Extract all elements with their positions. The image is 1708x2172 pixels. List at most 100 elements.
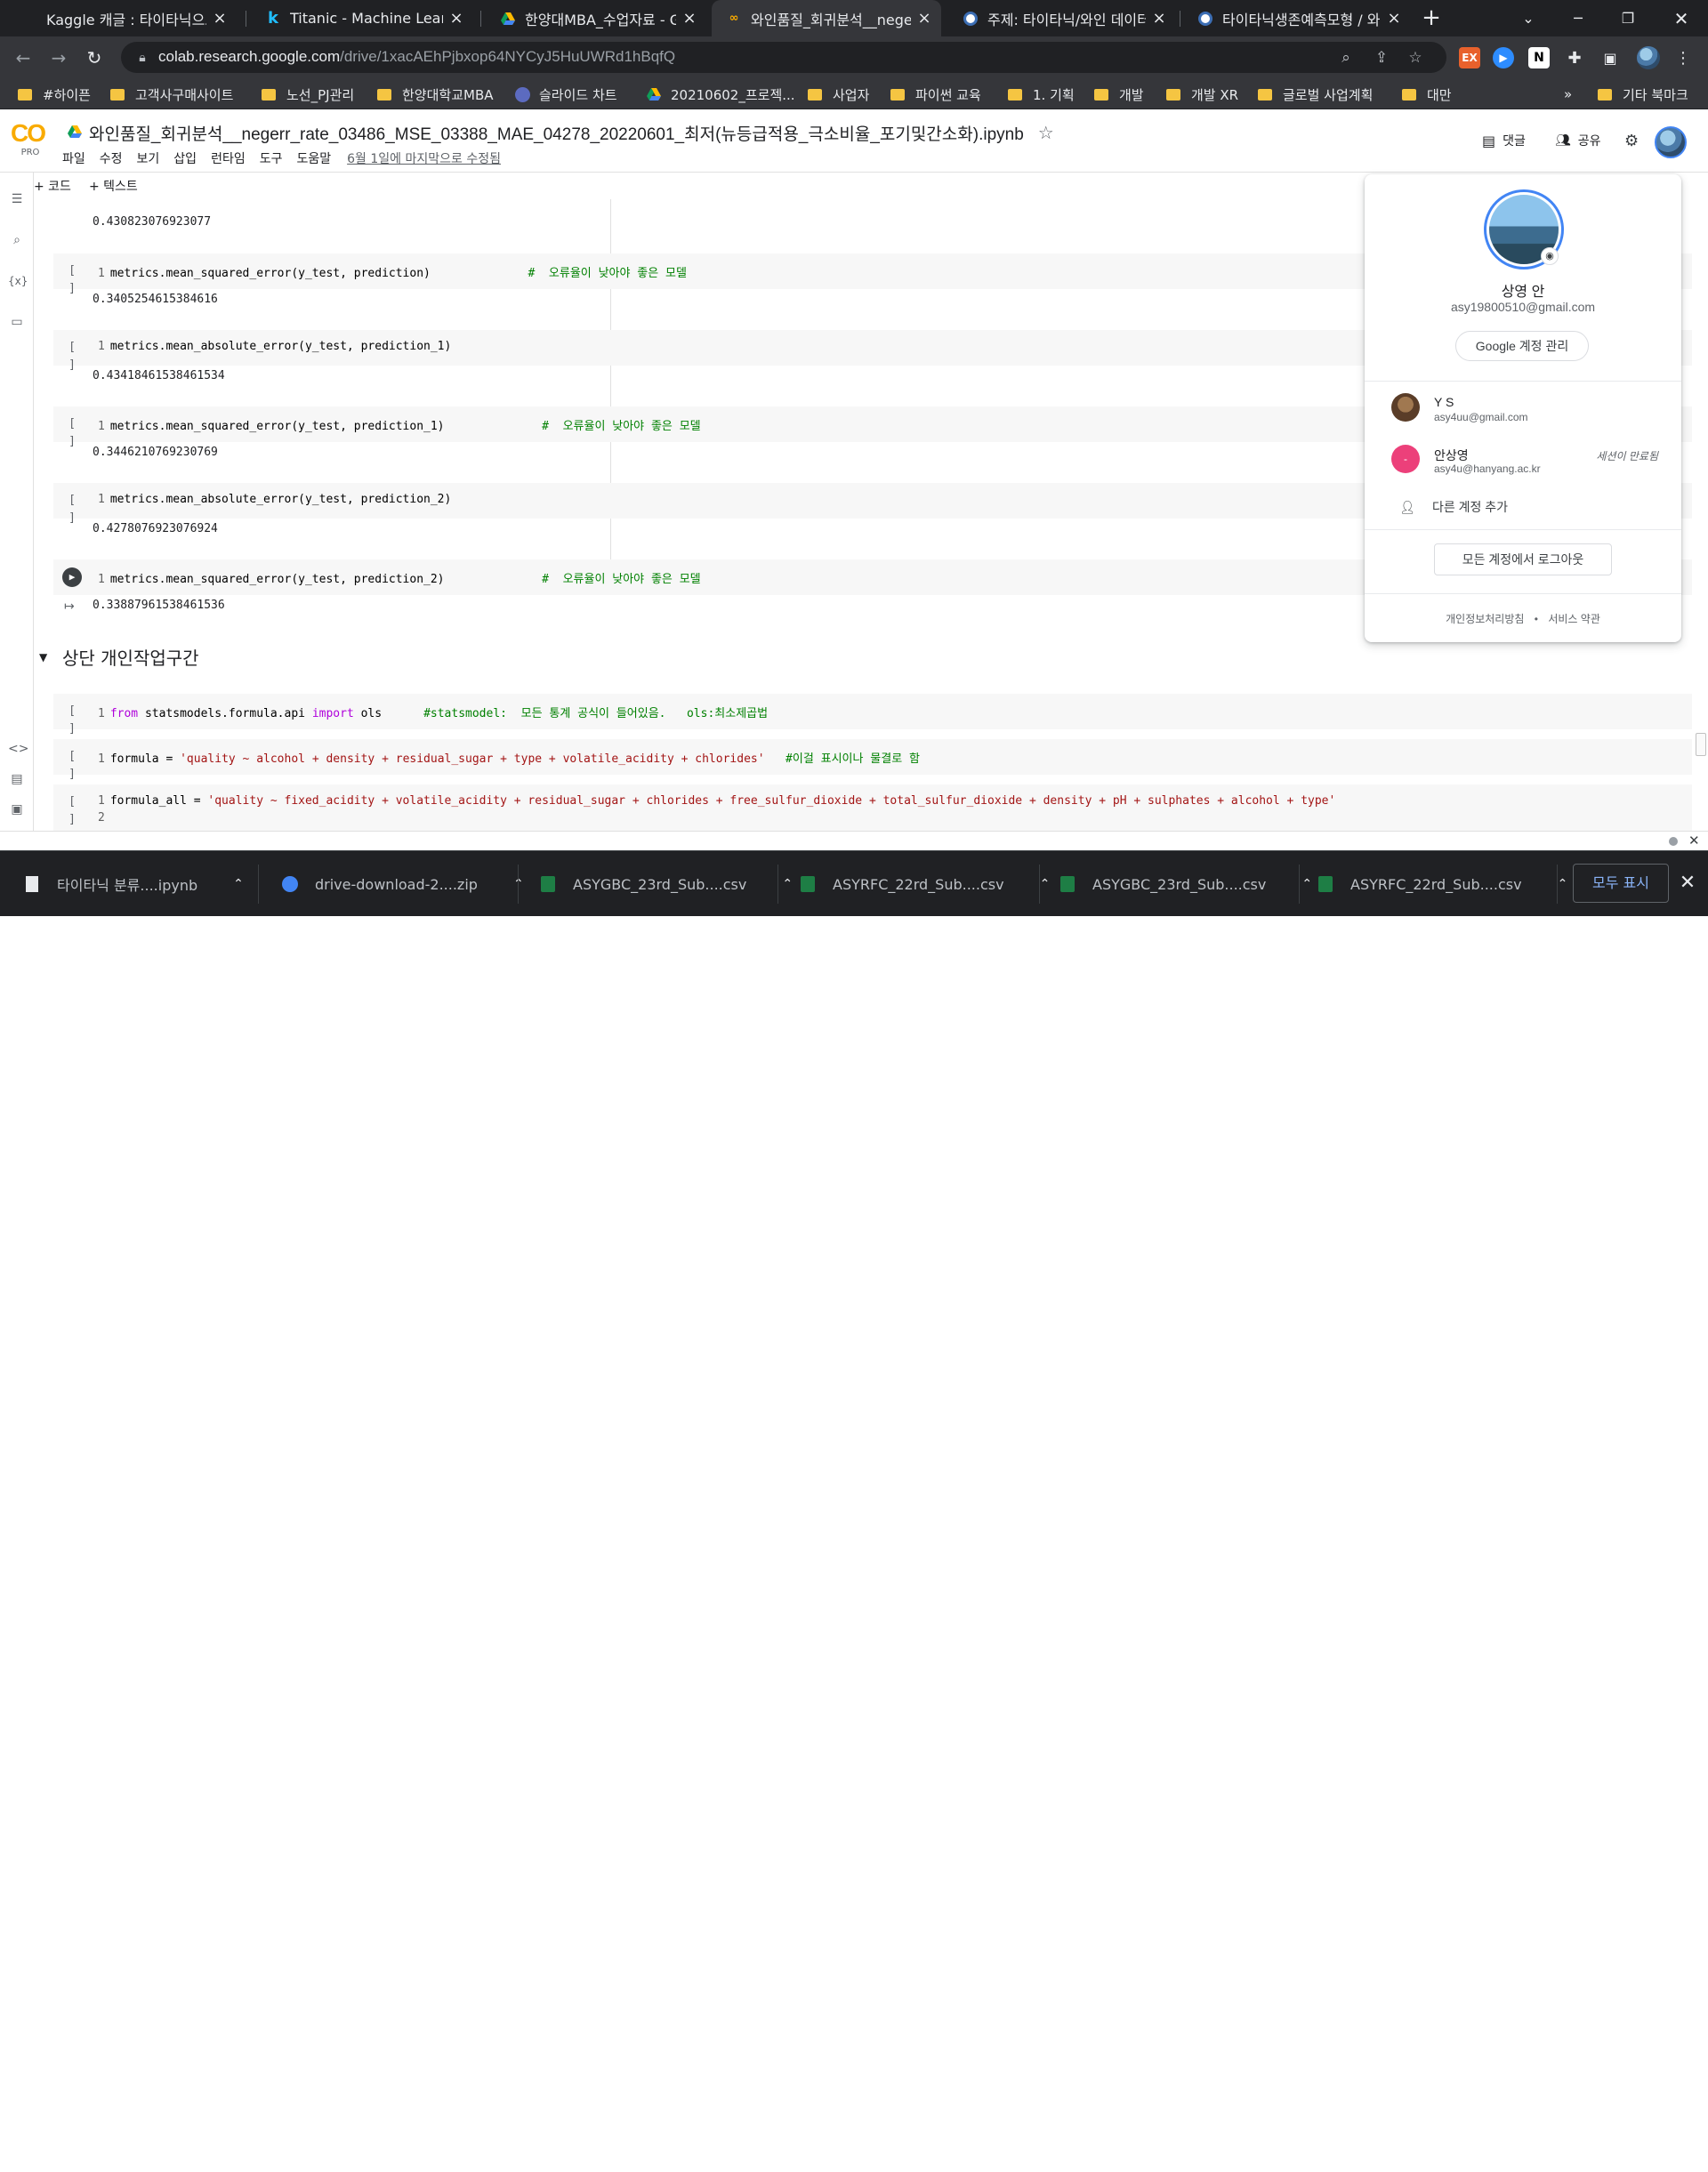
run-cell-button[interactable]: [ ]	[62, 339, 82, 372]
bookmark-item[interactable]: 슬라이드 차트	[514, 84, 617, 105]
share-button[interactable]: 👥︎ 공유	[1555, 132, 1601, 149]
cell-code[interactable]: 1 metrics.mean_absolute_error(y_test, pre…	[98, 493, 451, 506]
browser-menu-icon[interactable]: ⋮	[1672, 47, 1694, 68]
bookmark-item[interactable]: 개발 XR	[1166, 84, 1238, 105]
cell-code[interactable]: 1 formula_all = 'quality ~ fixed_acidity …	[98, 794, 1335, 808]
download-item[interactable]: ASYRFC_22rd_Sub....csv ⌃	[799, 865, 1050, 904]
tab-search-chevron-icon[interactable]: ⌄	[1503, 0, 1553, 36]
collapse-caret-icon[interactable]: ▼	[39, 651, 52, 664]
chevron-up-icon[interactable]: ⌃	[1558, 877, 1568, 891]
table-of-contents-icon[interactable]: ☰	[8, 190, 26, 208]
menu-tools[interactable]: 도구	[260, 149, 283, 167]
other-bookmarks[interactable]: 기타 북마크	[1598, 84, 1688, 105]
zoom-extension-icon[interactable]: ▶	[1493, 47, 1514, 68]
menu-insert[interactable]: 삽입	[173, 149, 197, 167]
account-switch-item[interactable]: Y S asy4uu@gmail.com	[1391, 390, 1667, 425]
search-icon[interactable]: ⌕	[8, 231, 26, 249]
new-tab-plus-icon[interactable]: +	[1420, 6, 1443, 30]
close-tab-icon[interactable]: ×	[916, 9, 932, 28]
menu-help[interactable]: 도움말	[296, 149, 331, 167]
reload-icon[interactable]: ↻	[84, 47, 105, 68]
bookmark-item[interactable]: 개발	[1094, 84, 1144, 105]
last-saved-link[interactable]: 6월 1일에 마지막으로 수정됨	[347, 149, 501, 167]
bookmark-item[interactable]: 1. 기획	[1008, 84, 1075, 105]
run-cell-button[interactable]: [ ]	[62, 748, 82, 781]
add-account-button[interactable]: 👤︎ 다른 계정 추가	[1398, 498, 1508, 516]
close-tab-icon[interactable]: ×	[681, 9, 697, 28]
tab-titanic[interactable]: k Titanic - Machine Learning ×	[251, 0, 473, 36]
privacy-policy-link[interactable]: 개인정보처리방침	[1446, 613, 1524, 625]
bookmark-item[interactable]: 20210602_프로젝...	[646, 84, 795, 105]
tab-colab-active[interactable]: ∞ 와인품질_회귀분석__neger ×	[712, 0, 941, 36]
run-cell-button[interactable]: [ ]	[62, 415, 82, 448]
lock-icon[interactable]: 🔒︎	[133, 49, 151, 67]
download-item[interactable]: ASYRFC_22rd_Sub....csv ⌃	[1317, 865, 1567, 904]
bookmarks-overflow-icon[interactable]: »	[1564, 84, 1572, 105]
chevron-up-icon[interactable]: ⌃	[1040, 877, 1051, 891]
menu-view[interactable]: 보기	[137, 149, 160, 167]
tab-titanic-model[interactable]: 타이타닉생존예측모형 / 와 ×	[1183, 0, 1411, 36]
notebook-title-text[interactable]: 와인품질_회귀분석__negerr_rate_03486_MSE_03388_M…	[89, 121, 1024, 145]
terminal-icon[interactable]: ▣	[8, 800, 26, 818]
cell-code[interactable]: 1 metrics.mean_absolute_error(y_test, pre…	[98, 340, 451, 353]
bookmark-item[interactable]: 고객사구매사이트	[110, 84, 233, 105]
run-cell-button[interactable]: [ ]	[62, 703, 82, 736]
download-item[interactable]: 타이타닉 분류....ipynb ⌃	[23, 865, 244, 904]
account-avatar[interactable]	[1655, 126, 1687, 158]
puzzle-extensions-icon[interactable]: ✚	[1564, 47, 1585, 68]
close-tab-icon[interactable]: ×	[1151, 9, 1167, 28]
scrollbar-thumb[interactable]	[1696, 733, 1706, 756]
close-tab-icon[interactable]: ×	[212, 9, 228, 28]
code-cell[interactable]: [ ] 1 from statsmodels.formula.api import…	[53, 694, 1692, 736]
cell-code[interactable]: 1 metrics.mean_squared_error(y_test, pred…	[98, 416, 701, 433]
close-icon[interactable]: ✕	[1688, 833, 1700, 849]
bookmark-item[interactable]: #하이픈	[18, 84, 91, 105]
close-tab-icon[interactable]: ×	[1386, 9, 1402, 28]
add-text-button[interactable]: + 텍스트	[89, 177, 138, 195]
star-icon[interactable]: ☆	[1038, 122, 1054, 144]
output-clear-icon[interactable]: ↦	[64, 599, 75, 614]
download-item[interactable]: drive-download-2....zip ⌃	[281, 865, 524, 904]
bookmark-item[interactable]: 사업자	[808, 84, 869, 105]
manage-google-account-button[interactable]: Google 계정 관리	[1455, 331, 1589, 361]
tab-drive[interactable]: 한양대MBA_수업자료 - Go ×	[486, 0, 706, 36]
section-heading[interactable]: ▼ 상단 개인작업구간	[39, 644, 199, 670]
show-all-downloads-button[interactable]: 모두 표시	[1573, 864, 1669, 903]
colab-logo[interactable]: CO PRO	[11, 121, 50, 162]
code-snippets-icon[interactable]: <>	[8, 740, 28, 758]
camera-icon[interactable]: ◉	[1541, 247, 1559, 265]
extension-ex-icon[interactable]: EX	[1459, 47, 1480, 68]
address-bar[interactable]: 🔒︎ colab.research.google.com/drive/1xacA…	[121, 42, 1446, 73]
sign-out-all-button[interactable]: 모든 계정에서 로그아웃	[1434, 543, 1612, 575]
terms-of-service-link[interactable]: 서비스 약관	[1548, 613, 1600, 625]
close-tab-icon[interactable]: ×	[448, 9, 464, 28]
cell-code[interactable]: 1 formula = 'quality ~ alcohol + density …	[98, 749, 920, 766]
side-panel-icon[interactable]: ▣	[1599, 47, 1621, 68]
cell-code[interactable]: 1 from statsmodels.formula.api import ols…	[98, 704, 768, 720]
settings-gear-icon[interactable]: ⚙	[1624, 132, 1639, 150]
zoom-search-icon[interactable]: ⌕	[1336, 48, 1356, 68]
share-icon[interactable]: ⇪	[1372, 48, 1391, 68]
chevron-up-icon[interactable]: ⌃	[233, 877, 244, 891]
chevron-up-icon[interactable]: ⌃	[1301, 877, 1312, 891]
close-downloads-icon[interactable]: ✕	[1678, 873, 1697, 894]
notion-icon[interactable]: N	[1528, 47, 1550, 68]
command-palette-icon[interactable]: ▤	[8, 770, 26, 788]
restore-icon[interactable]: ❐	[1603, 0, 1653, 36]
files-folder-icon[interactable]: ▭	[8, 313, 26, 331]
bookmark-item[interactable]: 글로벌 사업계획	[1258, 84, 1373, 105]
menu-edit[interactable]: 수정	[100, 149, 123, 167]
add-code-button[interactable]: + 코드	[34, 177, 71, 195]
code-cell[interactable]: [ ] 1 formula = 'quality ~ alcohol + dens…	[53, 739, 1692, 781]
cell-code[interactable]: 1 metrics.mean_squared_error(y_test, pred…	[98, 569, 701, 586]
bookmark-item[interactable]: 파이썬 교육	[890, 84, 981, 105]
menu-file[interactable]: 파일	[62, 149, 85, 167]
back-arrow-icon[interactable]: ←	[12, 47, 34, 68]
cell-code[interactable]: 1 metrics.mean_squared_error(y_test, pred…	[98, 263, 687, 280]
code-cell[interactable]: [ ] 1 formula_all = 'quality ~ fixed_acid…	[53, 784, 1692, 831]
download-item[interactable]: ASYGBC_23rd_Sub....csv ⌃	[539, 865, 793, 904]
download-item[interactable]: ASYGBC_23rd_Sub....csv ⌃	[1059, 865, 1312, 904]
tab-kaggle[interactable]: Kaggle 캐글 : 타이타닉으로 ×	[32, 0, 237, 36]
play-run-icon[interactable]: ▶	[62, 567, 82, 587]
bookmark-star-icon[interactable]: ☆	[1406, 48, 1425, 68]
